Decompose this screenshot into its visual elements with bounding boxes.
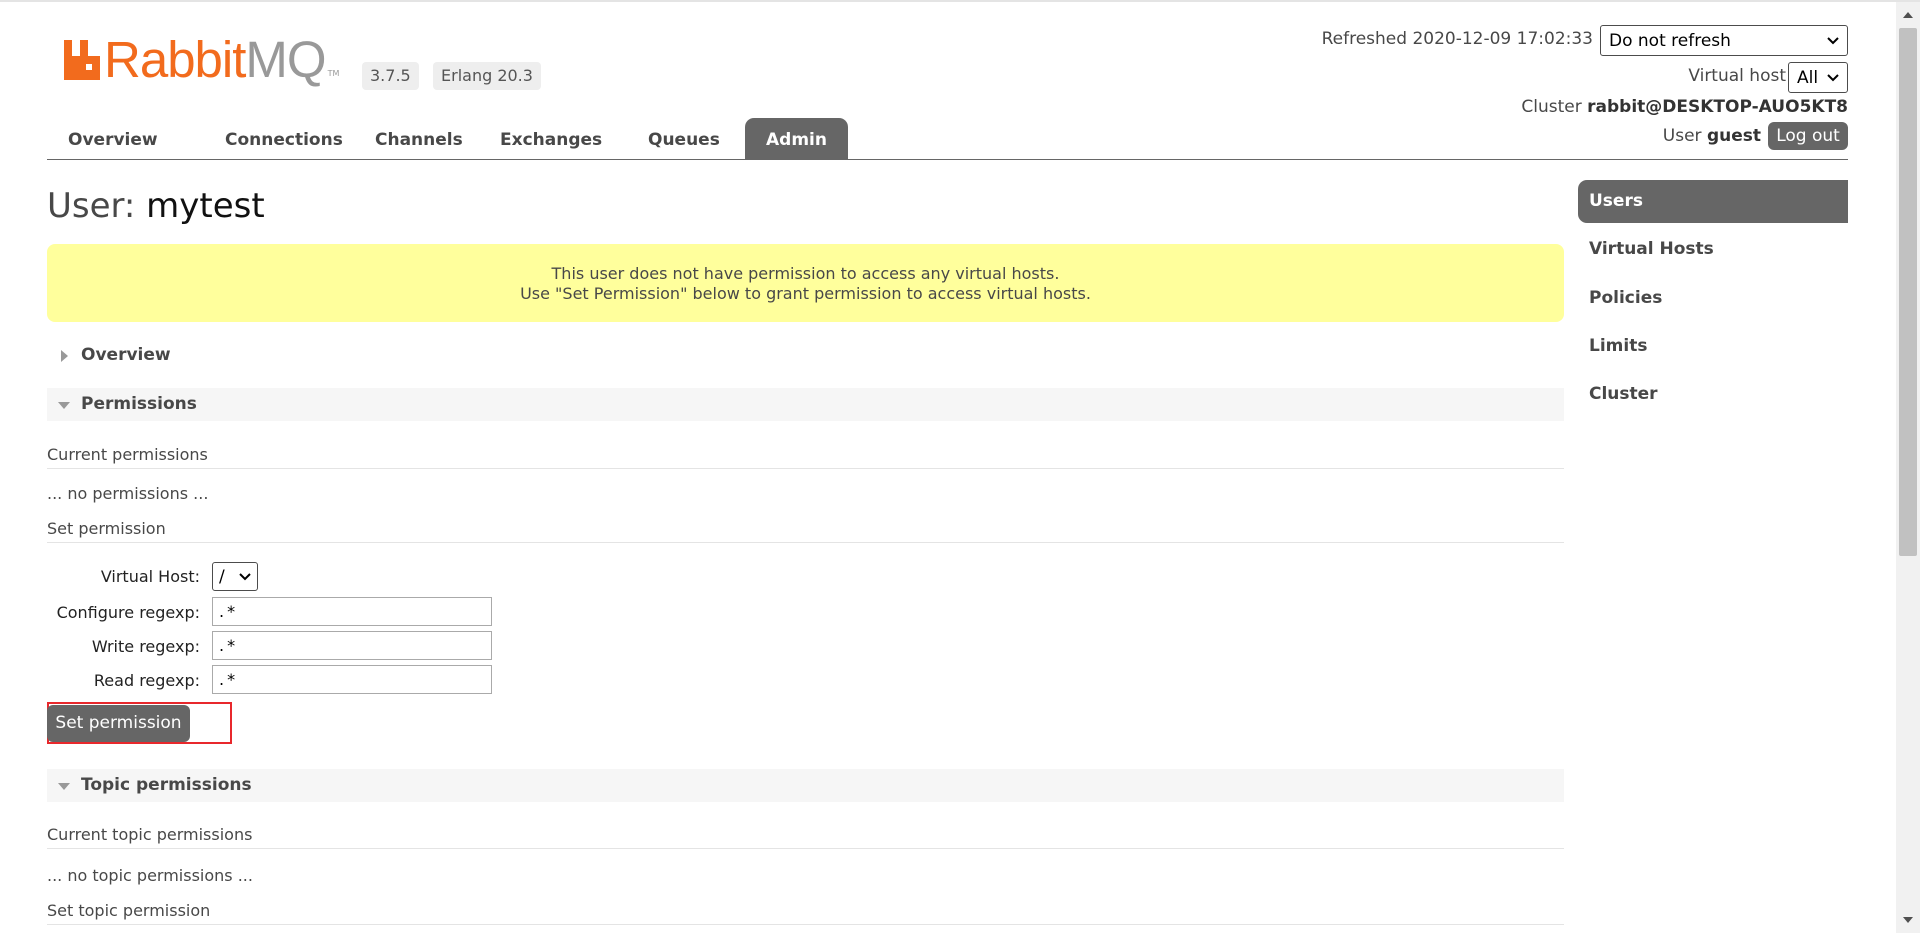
write-regexp-input[interactable]: .*: [212, 631, 492, 660]
sidebar-item-virtual-hosts[interactable]: Virtual Hosts: [1578, 228, 1848, 271]
sidebar-item-users[interactable]: Users: [1578, 180, 1848, 223]
chevron-down-icon: [1827, 73, 1839, 81]
tab-admin[interactable]: Admin: [745, 118, 848, 160]
chevron-down-icon: [1827, 36, 1839, 44]
warning-line-2: Use "Set Permission" below to grant perm…: [520, 284, 1091, 303]
tab-exchanges[interactable]: Exchanges: [479, 118, 623, 160]
sidebar-item-policies[interactable]: Policies: [1578, 277, 1848, 320]
scroll-up-icon[interactable]: [1899, 8, 1917, 22]
configure-regexp-label: Configure regexp:: [56, 603, 200, 622]
set-topic-permission-heading: Set topic permission: [47, 901, 1564, 925]
set-permission-button[interactable]: Set permission: [47, 705, 190, 742]
no-permissions-text: ... no permissions ...: [47, 484, 209, 503]
sidebar-item-limits[interactable]: Limits: [1578, 325, 1848, 368]
cluster-info: Cluster rabbit@DESKTOP-AUO5KT8: [1521, 97, 1848, 117]
triangle-down-icon: [58, 402, 70, 409]
vhost-select-value: All: [1797, 67, 1819, 88]
current-permissions-heading: Current permissions: [47, 445, 1564, 469]
section-overview-label: Overview: [81, 345, 171, 365]
vhost-field-label: Virtual Host:: [100, 567, 200, 586]
warning-line-1: This user does not have permission to ac…: [551, 264, 1060, 283]
sidebar-item-cluster[interactable]: Cluster: [1578, 373, 1848, 416]
vhost-field-value: /: [219, 566, 225, 587]
section-topic-permissions-label: Topic permissions: [81, 775, 252, 795]
triangle-down-icon: [58, 783, 70, 790]
page-title: User: mytest: [47, 186, 265, 226]
refreshed-text: Refreshed 2020-12-09 17:02:33: [1321, 29, 1593, 49]
main-nav: Overview Connections Channels Exchanges …: [47, 118, 1848, 160]
scrollbar-thumb[interactable]: [1899, 28, 1917, 556]
refresh-select-value: Do not refresh: [1609, 30, 1731, 51]
rabbitmq-logo[interactable]: RabbitMQ TM: [62, 31, 340, 88]
vhost-select[interactable]: All: [1788, 62, 1848, 93]
read-regexp-label: Read regexp:: [93, 671, 200, 690]
triangle-right-icon: [61, 350, 68, 362]
tab-connections[interactable]: Connections: [204, 118, 364, 160]
current-topic-permissions-heading: Current topic permissions: [47, 825, 1564, 849]
rabbitmq-logo-icon: [64, 40, 100, 80]
vhost-field-select[interactable]: /: [212, 562, 258, 591]
read-regexp-input[interactable]: .*: [212, 665, 492, 694]
page-title-prefix: User:: [47, 186, 136, 226]
chevron-down-icon: [239, 572, 251, 580]
warning-banner: This user does not have permission to ac…: [47, 244, 1564, 322]
logo-wordmark: RabbitMQ: [104, 31, 327, 88]
section-permissions[interactable]: Permissions: [47, 388, 1564, 421]
tab-queues[interactable]: Queues: [627, 118, 741, 160]
logo-trademark: TM: [327, 69, 340, 78]
version-badge: 3.7.5: [362, 62, 419, 90]
no-topic-permissions-text: ... no topic permissions ...: [47, 866, 253, 885]
write-regexp-label: Write regexp:: [91, 637, 200, 656]
erlang-badge: Erlang 20.3: [433, 62, 541, 90]
configure-regexp-input[interactable]: .*: [212, 597, 492, 626]
cluster-value: rabbit@DESKTOP-AUO5KT8: [1587, 97, 1848, 117]
page-title-username: mytest: [146, 186, 265, 226]
section-overview[interactable]: Overview: [47, 339, 1564, 372]
section-permissions-label: Permissions: [81, 394, 197, 414]
tab-overview[interactable]: Overview: [47, 118, 179, 160]
refresh-select[interactable]: Do not refresh: [1600, 25, 1848, 56]
set-permission-heading: Set permission: [47, 519, 1564, 543]
vhost-label: Virtual host: [1688, 66, 1786, 86]
tab-channels[interactable]: Channels: [354, 118, 484, 160]
scroll-down-icon[interactable]: [1899, 913, 1917, 927]
cluster-label: Cluster: [1521, 97, 1582, 117]
section-topic-permissions[interactable]: Topic permissions: [47, 769, 1564, 802]
